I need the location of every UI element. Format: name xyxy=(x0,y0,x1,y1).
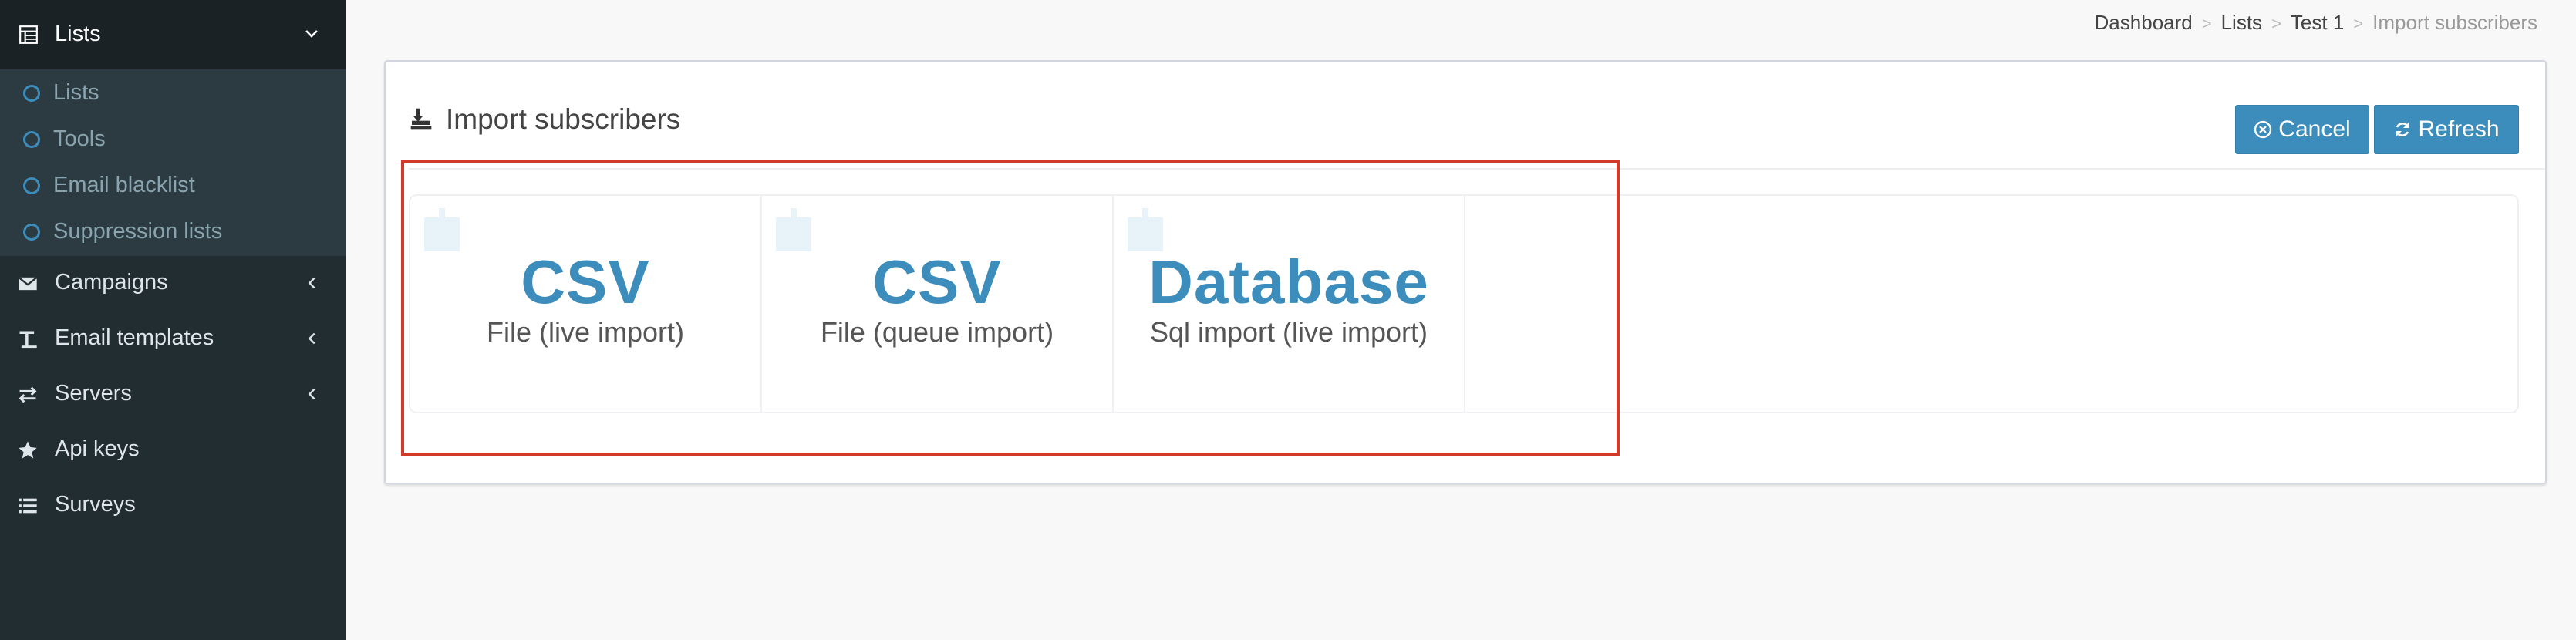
cancel-button-label: Cancel xyxy=(2278,116,2351,142)
sidebar-item-label: Surveys xyxy=(55,492,136,517)
sidebar-item-email-blacklist[interactable]: Email blacklist xyxy=(0,163,346,210)
breadcrumb-current: Import subscribers xyxy=(2372,11,2537,34)
breadcrumb-separator: > xyxy=(2201,14,2212,33)
times-circle-icon xyxy=(2254,120,2272,139)
sidebar-item-label: Email templates xyxy=(55,325,214,350)
sidebar-item-label: Campaigns xyxy=(55,270,168,295)
list-icon xyxy=(19,498,37,514)
chevron-left-icon xyxy=(308,388,315,400)
chevron-left-icon xyxy=(308,277,315,289)
sidebar-item-lists[interactable]: Lists xyxy=(0,71,346,117)
breadcrumb-separator: > xyxy=(2271,14,2281,33)
cancel-button[interactable]: Cancel xyxy=(2235,105,2369,154)
sidebar-item-label: Email blacklist xyxy=(53,173,195,197)
sidebar-menu-label: Lists xyxy=(55,22,101,46)
highlight-box xyxy=(401,160,1620,456)
exchange-icon xyxy=(19,386,37,403)
text-height-icon xyxy=(19,331,37,349)
breadcrumb-link-dashboard[interactable]: Dashboard xyxy=(2095,11,2193,35)
refresh-button-label: Refresh xyxy=(2418,116,2500,142)
sidebar-item-suppression-lists[interactable]: Suppression lists xyxy=(0,210,346,256)
breadcrumb: Dashboard > Lists > Test 1 > Import subscriber… xyxy=(2095,11,2537,35)
refresh-icon xyxy=(2396,123,2409,136)
sidebar-submenu: Lists Tools Email blacklist Suppression … xyxy=(0,69,346,256)
sidebar-item-servers[interactable]: Servers xyxy=(0,367,346,421)
sidebar-item-label: Servers xyxy=(55,381,132,406)
table-icon xyxy=(19,25,38,44)
star-icon xyxy=(19,441,37,459)
sidebar-item-email-templates[interactable]: Email templates xyxy=(0,312,346,365)
circle-icon xyxy=(23,131,40,148)
sidebar-item-tools[interactable]: Tools xyxy=(0,117,346,163)
sidebar-menu-lists[interactable]: Lists xyxy=(0,0,346,69)
breadcrumb-separator: > xyxy=(2353,14,2364,33)
page-title: Import subscribers xyxy=(446,103,681,135)
sidebar-item-label: Tools xyxy=(53,126,106,151)
circle-icon xyxy=(23,177,40,194)
import-icon xyxy=(410,108,432,130)
sidebar-item-campaigns[interactable]: Campaigns xyxy=(0,256,346,310)
circle-icon xyxy=(23,224,40,241)
sidebar: Lists Lists Tools Email blacklist Suppre… xyxy=(0,0,346,640)
refresh-button[interactable]: Refresh xyxy=(2374,105,2519,154)
chevron-down-icon xyxy=(305,30,318,38)
circle-icon xyxy=(23,85,40,102)
envelope-icon xyxy=(18,276,38,291)
sidebar-item-label: Suppression lists xyxy=(53,219,223,244)
sidebar-item-label: Api keys xyxy=(55,436,140,461)
sidebar-item-label: Lists xyxy=(53,80,99,105)
sidebar-item-surveys[interactable]: Surveys xyxy=(0,478,346,532)
chevron-left-icon xyxy=(308,332,315,345)
breadcrumb-link-test-1[interactable]: Test 1 xyxy=(2291,11,2344,35)
breadcrumb-link-lists[interactable]: Lists xyxy=(2221,11,2262,35)
sidebar-item-api-keys[interactable]: Api keys xyxy=(0,423,346,477)
